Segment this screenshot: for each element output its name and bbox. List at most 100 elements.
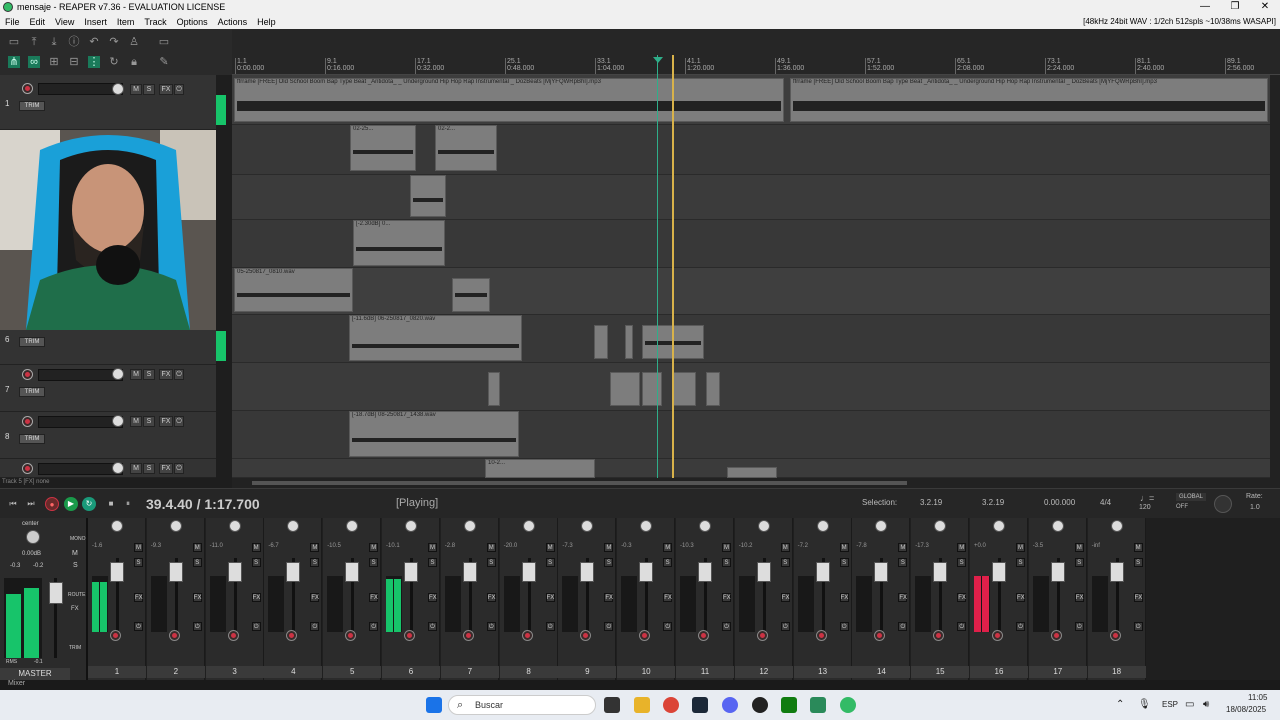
trim-button[interactable]: TRIM	[19, 337, 45, 347]
clock-time[interactable]: 11:05	[1248, 693, 1267, 702]
fx-button[interactable]: FX	[663, 593, 673, 602]
track-lane[interactable]: 02-25... 02-2...	[232, 125, 1270, 175]
phase-button[interactable]: ⏻	[1133, 622, 1143, 631]
menu-track[interactable]: Track	[139, 17, 171, 27]
record-arm-button[interactable]	[462, 630, 474, 641]
file-explorer-icon[interactable]	[634, 697, 650, 713]
pan-knob[interactable]	[581, 520, 594, 532]
steam-icon[interactable]	[692, 697, 708, 713]
track-header-9[interactable]: M S FX ⏻	[0, 459, 216, 478]
selection-end[interactable]: 3.2.19	[982, 498, 1004, 507]
volume-fader[interactable]	[580, 562, 595, 582]
phase-button[interactable]: ⏻	[134, 622, 143, 631]
playrate-knob[interactable]	[1214, 495, 1232, 513]
audio-item[interactable]	[410, 175, 446, 217]
draw-icon[interactable]: ✎	[158, 56, 170, 68]
network-icon[interactable]: ▭	[1185, 699, 1194, 710]
audio-item[interactable]: [-11.6dB] 06-250817_0820.wav	[349, 315, 522, 361]
volume-fader[interactable]	[110, 562, 124, 582]
phase-button[interactable]: ⏻	[310, 622, 320, 631]
audio-item[interactable]	[642, 372, 662, 406]
solo-button[interactable]: S	[839, 558, 849, 567]
record-arm-button[interactable]	[815, 630, 827, 641]
channel-strip[interactable]: -10.3 M S FX ⏻ 11	[676, 518, 734, 680]
fx-button[interactable]: FX	[369, 593, 379, 602]
global-automation-state[interactable]: OFF	[1176, 504, 1188, 510]
horizontal-scrollbar[interactable]	[232, 478, 1280, 488]
mute-button[interactable]: M	[839, 543, 849, 552]
pan-knob[interactable]	[699, 520, 711, 532]
grid-icon[interactable]: ⋮	[88, 56, 100, 68]
track-header-8[interactable]: M S FX ⏻ 8 TRIM	[0, 412, 216, 459]
solo-button[interactable]: S	[898, 558, 908, 567]
mute-button[interactable]: M	[780, 543, 790, 552]
open-project-icon[interactable]: ⤒	[28, 36, 40, 48]
selection-length[interactable]: 0.00.000	[1044, 498, 1075, 507]
fx-button[interactable]: FX	[604, 593, 614, 602]
audio-item[interactable]: [-18.7dB] 08-250817_1438.wav	[349, 411, 519, 457]
pan-knob[interactable]	[1051, 520, 1064, 532]
pan-knob[interactable]	[169, 520, 182, 532]
audio-item[interactable]	[706, 372, 720, 406]
global-automation-label[interactable]: GLOBAL	[1176, 493, 1207, 501]
phase-button[interactable]: ⏻	[957, 622, 967, 631]
volume-fader[interactable]	[168, 562, 183, 582]
track-name-field[interactable]	[38, 463, 123, 475]
mute-button[interactable]: M	[310, 543, 320, 552]
menu-actions[interactable]: Actions	[213, 17, 253, 27]
solo-button[interactable]: S	[310, 558, 320, 567]
record-arm-button[interactable]	[22, 83, 33, 94]
record-arm-button[interactable]	[874, 630, 886, 641]
menu-insert[interactable]: Insert	[79, 17, 112, 27]
selection-start[interactable]: 3.2.19	[920, 498, 942, 507]
redo-icon[interactable]: ↷	[108, 36, 120, 48]
solo-button[interactable]: S	[1016, 558, 1025, 567]
track-lane[interactable]	[232, 363, 1270, 411]
audio-item[interactable]	[610, 372, 640, 406]
master-strip[interactable]: center 0.00dB -0.3 -0.2 MONO M S ROUTE F…	[0, 518, 88, 680]
trim-button[interactable]: TRIM	[19, 101, 45, 111]
audio-item[interactable]	[594, 325, 608, 359]
phase-button[interactable]: ⏻	[780, 622, 790, 631]
volume-fader[interactable]	[227, 562, 242, 582]
audio-item[interactable]	[625, 325, 633, 359]
record-arm-button[interactable]	[22, 463, 33, 474]
mute-button[interactable]: M	[545, 543, 555, 552]
timeline-ruler[interactable]: 1.1 0:00.000 9.1 0:16.000 17.1 0:32.000 25.…	[232, 29, 1280, 75]
audio-item[interactable]: [-2.30dB] 0...	[353, 220, 445, 266]
volume-fader[interactable]	[933, 562, 948, 582]
mute-button[interactable]: M	[663, 543, 673, 552]
phase-button[interactable]: ⏻	[192, 622, 202, 631]
task-view-icon[interactable]	[604, 697, 620, 713]
volume-fader[interactable]	[874, 562, 889, 582]
channel-strip[interactable]: -10.2 M S FX ⏻ 12	[734, 518, 793, 680]
menu-edit[interactable]: Edit	[25, 17, 51, 27]
track-lane[interactable]: 05-250817_0810.wav	[232, 268, 1270, 315]
pan-knob[interactable]	[757, 520, 770, 532]
transport-position[interactable]: 39.4.40 / 1:17.700	[146, 496, 260, 512]
master-pan-knob[interactable]	[26, 530, 40, 544]
microphone-icon[interactable]: 🎙︎	[1138, 699, 1151, 710]
fx-button[interactable]: FX	[1074, 593, 1084, 602]
record-arm-button[interactable]	[698, 630, 709, 641]
audio-item[interactable]: 02-2...	[435, 125, 497, 171]
fx-button[interactable]: FX	[898, 593, 908, 602]
record-arm-button[interactable]	[404, 630, 415, 641]
solo-button[interactable]: S	[722, 558, 731, 567]
channel-strip[interactable]: -7.2 M S FX ⏻ 13	[793, 518, 852, 680]
fx-button[interactable]: FX	[839, 593, 849, 602]
pan-knob[interactable]	[522, 520, 535, 532]
blank-toolbar-icon[interactable]: ▭	[158, 36, 170, 48]
mute-button[interactable]: M	[1133, 543, 1143, 552]
track-lane[interactable]: [-11.6dB] 06-250817_0820.wav	[232, 315, 1270, 363]
pan-knob[interactable]	[816, 520, 829, 532]
solo-button[interactable]: S	[545, 558, 555, 567]
volume-fader[interactable]	[521, 562, 536, 582]
phase-button[interactable]: ⏻	[428, 622, 437, 631]
phase-button[interactable]: ⏻	[722, 622, 731, 631]
track-header-1[interactable]: M S FX ⏻ 1 TRIM	[0, 75, 226, 130]
fx-button[interactable]: FX	[159, 369, 173, 380]
phase-button[interactable]: ⏻	[1074, 622, 1084, 631]
master-fx-button[interactable]: FX	[71, 606, 79, 612]
volume-fader[interactable]	[462, 562, 477, 582]
